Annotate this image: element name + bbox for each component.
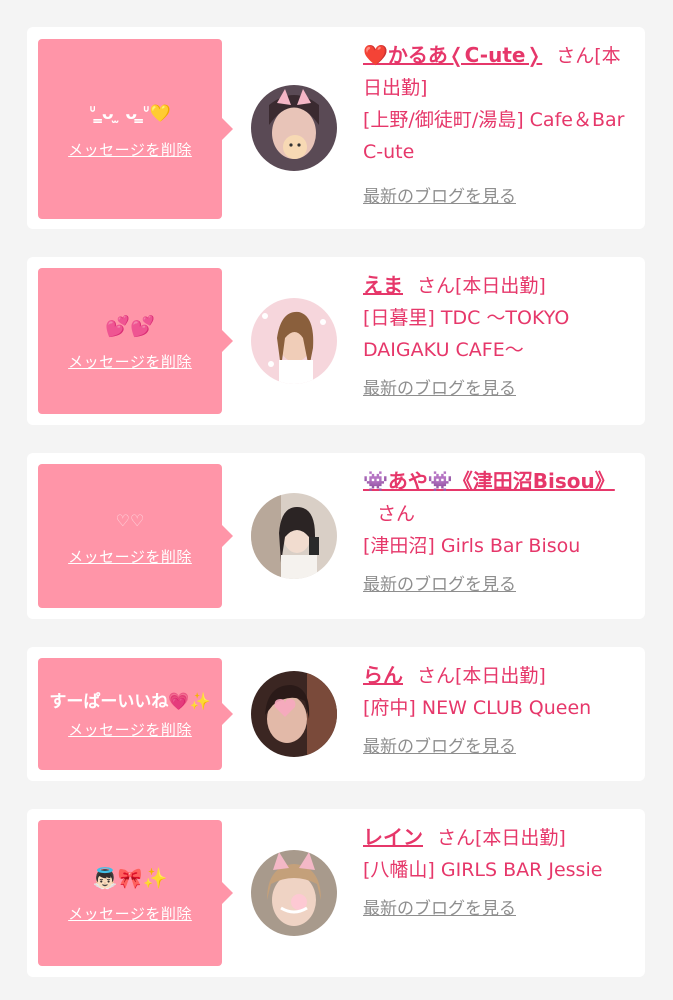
shop-name: [上野/御徒町/湯島] Cafe＆Bar C-ute [363,109,625,163]
shop-name: [日暮里] TDC 〜TOKYO DAIGAKU CAFE〜 [363,307,570,361]
cast-info: えま さん[本日出勤] [日暮里] TDC 〜TOKYO DAIGAKU CAFE… [363,269,637,405]
cast-name-link[interactable]: ❤️かるあ❬C-ute❭ [363,43,542,67]
cast-name-link[interactable]: 👾あや👾《津田沼Bisou》 [363,469,615,493]
honorific: さん [556,45,595,67]
delete-message-link[interactable]: メッセージを削除 [68,351,192,372]
message-card: 👼🏻🎀✨ メッセージを削除 レイン さん[本日出勤] [八幡山] GIRLS BA… [27,809,645,977]
message-bubble: 👼🏻🎀✨ メッセージを削除 [38,820,233,966]
view-blog-link[interactable]: 最新のブログを見る [363,181,516,213]
avatar[interactable] [251,85,337,171]
attendance-status: [本日出勤] [475,827,566,849]
honorific: さん [417,275,456,297]
message-list-page: ᐡ ̳ᴗ ̫ ᴗ ̳ᐡ💛 メッセージを削除 ❤️かるあ❬C-ute❭ さん[本日出… [0,0,673,1000]
message-text: すーぱーいいね💗✨ [49,691,211,712]
attendance-status: [本日出勤] [455,665,546,687]
avatar-photo [251,850,337,936]
honorific: さん [377,503,416,525]
avatar[interactable] [251,671,337,757]
message-text: 👼🏻🎀✨ [92,865,168,890]
attendance-status: [本日出勤] [455,275,546,297]
honorific: さん [437,827,476,849]
message-bubble: すーぱーいいね💗✨ メッセージを削除 [38,658,233,770]
message-bubble: ♡♡ メッセージを削除 [38,464,233,608]
avatar-photo [251,493,337,579]
avatar[interactable] [251,850,337,936]
cast-info: レイン さん[本日出勤] [八幡山] GIRLS BAR Jessie 最新のブロ… [363,821,637,925]
honorific: さん [417,665,456,687]
message-text: 💕💕 [105,313,155,338]
delete-message-link[interactable]: メッセージを削除 [68,719,192,740]
message-card: ᐡ ̳ᴗ ̫ ᴗ ̳ᐡ💛 メッセージを削除 ❤️かるあ❬C-ute❭ さん[本日出… [27,27,645,229]
cast-info: ❤️かるあ❬C-ute❭ さん[本日出勤] [上野/御徒町/湯島] Cafe＆Ba… [363,39,637,213]
cast-info: 👾あや👾《津田沼Bisou》さん [津田沼] Girls Bar Bisou 最… [363,465,637,601]
view-blog-link[interactable]: 最新のブログを見る [363,893,516,925]
delete-message-link[interactable]: メッセージを削除 [68,139,192,160]
view-blog-link[interactable]: 最新のブログを見る [363,373,516,405]
message-bubble: 💕💕 メッセージを削除 [38,268,233,414]
message-card: 💕💕 メッセージを削除 えま さん[本日出勤] [日暮里] TDC 〜TOKYO … [27,257,645,425]
cast-name-link[interactable]: レイン [363,825,423,849]
view-blog-link[interactable]: 最新のブログを見る [363,731,516,763]
message-card: ♡♡ メッセージを削除 👾あや👾《津田沼Bisou》さん [津田沼] Girls… [27,453,645,619]
delete-message-link[interactable]: メッセージを削除 [68,903,192,924]
message-text: ᐡ ̳ᴗ ̫ ᴗ ̳ᐡ💛 [89,103,171,124]
avatar-photo [251,298,337,384]
shop-name: [津田沼] Girls Bar Bisou [363,535,581,557]
avatar-photo [251,85,337,171]
message-bubble: ᐡ ̳ᴗ ̫ ᴗ ̳ᐡ💛 メッセージを削除 [38,39,233,219]
avatar[interactable] [251,298,337,384]
view-blog-link[interactable]: 最新のブログを見る [363,569,516,601]
cast-name-link[interactable]: えま [363,273,403,297]
cast-name-link[interactable]: らん [363,663,403,687]
delete-message-link[interactable]: メッセージを削除 [68,546,192,567]
avatar[interactable] [251,493,337,579]
avatar-photo [251,671,337,757]
cast-info: らん さん[本日出勤] [府中] NEW CLUB Queen 最新のブログを見る [363,659,637,763]
message-text: ♡♡ [115,510,145,530]
shop-name: [府中] NEW CLUB Queen [363,697,592,719]
message-card: すーぱーいいね💗✨ メッセージを削除 らん さん[本日出勤] [府中] NEW C… [27,647,645,781]
shop-name: [八幡山] GIRLS BAR Jessie [363,859,603,881]
